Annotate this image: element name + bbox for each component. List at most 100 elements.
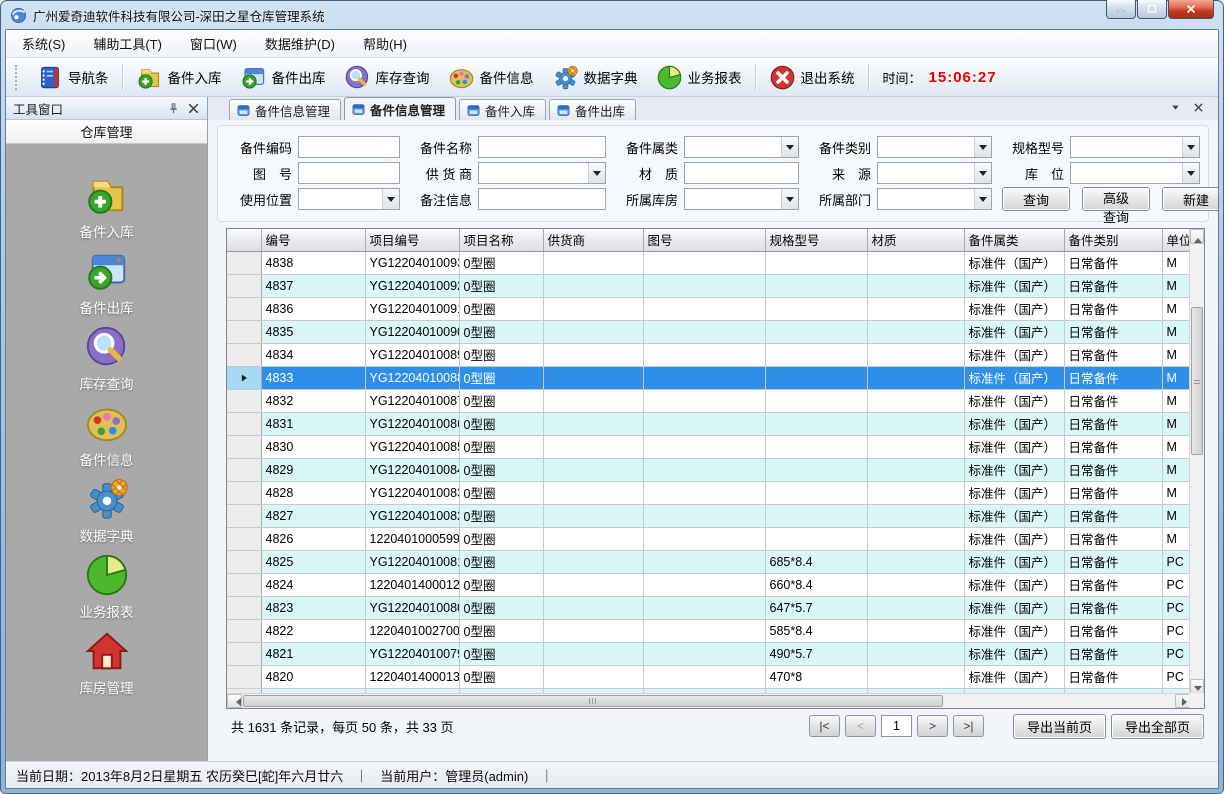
dropdown-arrow-icon[interactable] xyxy=(974,189,991,209)
sidebar-item[interactable]: 备件出库 xyxy=(80,248,134,317)
search-action-button[interactable]: 新建 xyxy=(1162,187,1219,211)
dropdown-arrow-icon[interactable] xyxy=(781,137,798,157)
column-header[interactable] xyxy=(227,229,261,251)
tab[interactable]: 备件出库 xyxy=(549,99,636,120)
horizontal-scrollbar[interactable] xyxy=(227,693,1190,708)
menu-item[interactable]: 辅助工具(T) xyxy=(93,34,162,53)
table-row[interactable]: 4826 1220401000599 0型圈 标准件（国产） xyxy=(227,527,1190,550)
page-number-input[interactable] xyxy=(881,715,912,737)
row-selector-cell[interactable] xyxy=(227,642,261,665)
table-row[interactable]: 4820 1220401400013 0型圈 470*8 标准件（国产） xyxy=(227,665,1190,688)
row-selector-cell[interactable] xyxy=(227,343,261,366)
column-header[interactable]: 单位 xyxy=(1162,229,1190,251)
column-header[interactable]: 图号 xyxy=(643,229,765,251)
menu-item[interactable]: 数据维护(D) xyxy=(265,34,335,53)
text-input[interactable] xyxy=(878,189,974,209)
toolbar-button[interactable]: 备件入库 xyxy=(127,61,231,93)
sidebar-item[interactable]: 备件信息 xyxy=(80,400,134,469)
row-selector-cell[interactable] xyxy=(227,481,261,504)
toolbar-button[interactable]: 库存查询 xyxy=(335,61,439,93)
toolbar-button[interactable]: 备件出库 xyxy=(231,61,335,93)
row-selector-cell[interactable] xyxy=(227,527,261,550)
row-selector-cell[interactable] xyxy=(227,412,261,435)
vertical-scroll-thumb[interactable] xyxy=(1191,307,1203,455)
toolbar-navbar-button[interactable]: 导航条 xyxy=(27,61,118,93)
maximize-button[interactable] xyxy=(1137,0,1167,19)
tab[interactable]: 备件信息管理 xyxy=(344,97,456,120)
text-input[interactable] xyxy=(479,163,588,183)
row-selector-cell[interactable] xyxy=(227,596,261,619)
text-input[interactable] xyxy=(878,137,974,157)
text-input[interactable] xyxy=(1071,137,1182,157)
dropdown-arrow-icon[interactable] xyxy=(781,189,798,209)
table-row[interactable]: 4833 YG12204010088 0型圈 标准件（国产） xyxy=(227,366,1190,389)
column-header[interactable]: 规格型号 xyxy=(765,229,867,251)
row-selector-cell[interactable] xyxy=(227,458,261,481)
table-row[interactable]: 4832 YG12204010087 0型圈 标准件（国产） xyxy=(227,389,1190,412)
scroll-right-icon[interactable] xyxy=(1175,694,1190,708)
table-row[interactable]: 4834 YG12204010089 0型圈 标准件（国产） xyxy=(227,343,1190,366)
text-input[interactable] xyxy=(1071,163,1182,183)
scroll-down-icon[interactable] xyxy=(1190,679,1204,694)
table-row[interactable]: 4835 YG12204010090 0型圈 标准件（国产） xyxy=(227,320,1190,343)
tab[interactable]: 备件入库 xyxy=(459,99,546,120)
table-row[interactable]: 4829 YG12204010084 0型圈 标准件（国产） xyxy=(227,458,1190,481)
prev-page-button[interactable]: < xyxy=(845,715,876,737)
text-input[interactable] xyxy=(685,163,798,183)
tab[interactable]: 备件信息管理 xyxy=(229,99,341,120)
text-input[interactable] xyxy=(299,163,399,183)
dropdown-arrow-icon[interactable] xyxy=(1182,163,1199,183)
table-row[interactable]: 4824 1220401400012 0型圈 660*8.4 标准件（国产） xyxy=(227,573,1190,596)
table-row[interactable]: 4831 YG12204010086 0型圈 标准件（国产） xyxy=(227,412,1190,435)
dropdown-arrow-icon[interactable] xyxy=(1182,137,1199,157)
chevron-down-icon[interactable] xyxy=(1170,102,1181,113)
row-selector-cell[interactable] xyxy=(227,504,261,527)
text-input[interactable] xyxy=(479,137,605,157)
sidebar-item[interactable]: 库房管理 xyxy=(80,628,134,697)
table-row[interactable]: 4827 YG12204010082 0型圈 标准件（国产） xyxy=(227,504,1190,527)
horizontal-scroll-thumb[interactable] xyxy=(243,695,943,707)
column-header[interactable]: 备件类别 xyxy=(1064,229,1162,251)
row-selector-cell[interactable] xyxy=(227,251,261,274)
search-action-button[interactable]: 高级查询 xyxy=(1082,187,1150,211)
dropdown-arrow-icon[interactable] xyxy=(974,137,991,157)
minimize-button[interactable] xyxy=(1106,0,1136,19)
text-input[interactable] xyxy=(299,137,399,157)
tab-close-icon[interactable] xyxy=(1193,102,1204,113)
toolbar-button[interactable]: 备件信息 xyxy=(439,61,543,93)
last-page-button[interactable]: >| xyxy=(953,715,984,737)
table-row[interactable]: 4823 YG12204010080 0型圈 647*5.7 标准件（国产） xyxy=(227,596,1190,619)
column-header[interactable]: 供货商 xyxy=(543,229,643,251)
table-row[interactable]: 4825 YG12204010081 0型圈 685*8.4 标准件（国产） xyxy=(227,550,1190,573)
table-row[interactable]: 4821 YG12204010079 0型圈 490*5.7 标准件（国产） xyxy=(227,642,1190,665)
export-all-pages-button[interactable]: 导出全部页 xyxy=(1111,714,1204,739)
menu-item[interactable]: 窗口(W) xyxy=(190,34,237,53)
sidebar-item[interactable]: 业务报表 xyxy=(80,552,134,621)
sidebar-item[interactable]: 库存查询 xyxy=(80,324,134,393)
row-selector-cell[interactable] xyxy=(227,366,261,389)
row-selector-cell[interactable] xyxy=(227,619,261,642)
dropdown-arrow-icon[interactable] xyxy=(974,163,991,183)
column-header[interactable]: 材质 xyxy=(867,229,964,251)
close-icon[interactable] xyxy=(187,102,200,115)
row-selector-cell[interactable] xyxy=(227,389,261,412)
pin-icon[interactable] xyxy=(167,102,180,115)
row-selector-cell[interactable] xyxy=(227,297,261,320)
sidebar-item[interactable]: 数据字典 xyxy=(80,476,134,545)
column-header[interactable]: 项目编号 xyxy=(365,229,459,251)
export-current-page-button[interactable]: 导出当前页 xyxy=(1013,714,1106,739)
table-row[interactable]: 4822 1220401002700 0型圈 585*8.4 标准件（国产） xyxy=(227,619,1190,642)
scroll-left-icon[interactable] xyxy=(227,694,242,708)
row-selector-cell[interactable] xyxy=(227,550,261,573)
row-selector-cell[interactable] xyxy=(227,573,261,596)
vertical-scrollbar[interactable] xyxy=(1189,229,1204,694)
row-selector-cell[interactable] xyxy=(227,320,261,343)
menu-item[interactable]: 帮助(H) xyxy=(363,34,407,53)
menu-item[interactable]: 系统(S) xyxy=(22,34,65,53)
scroll-up-icon[interactable] xyxy=(1190,229,1204,244)
row-selector-cell[interactable] xyxy=(227,665,261,688)
first-page-button[interactable]: |< xyxy=(809,715,840,737)
dropdown-arrow-icon[interactable] xyxy=(382,189,399,209)
row-selector-cell[interactable] xyxy=(227,435,261,458)
next-page-button[interactable]: > xyxy=(917,715,948,737)
